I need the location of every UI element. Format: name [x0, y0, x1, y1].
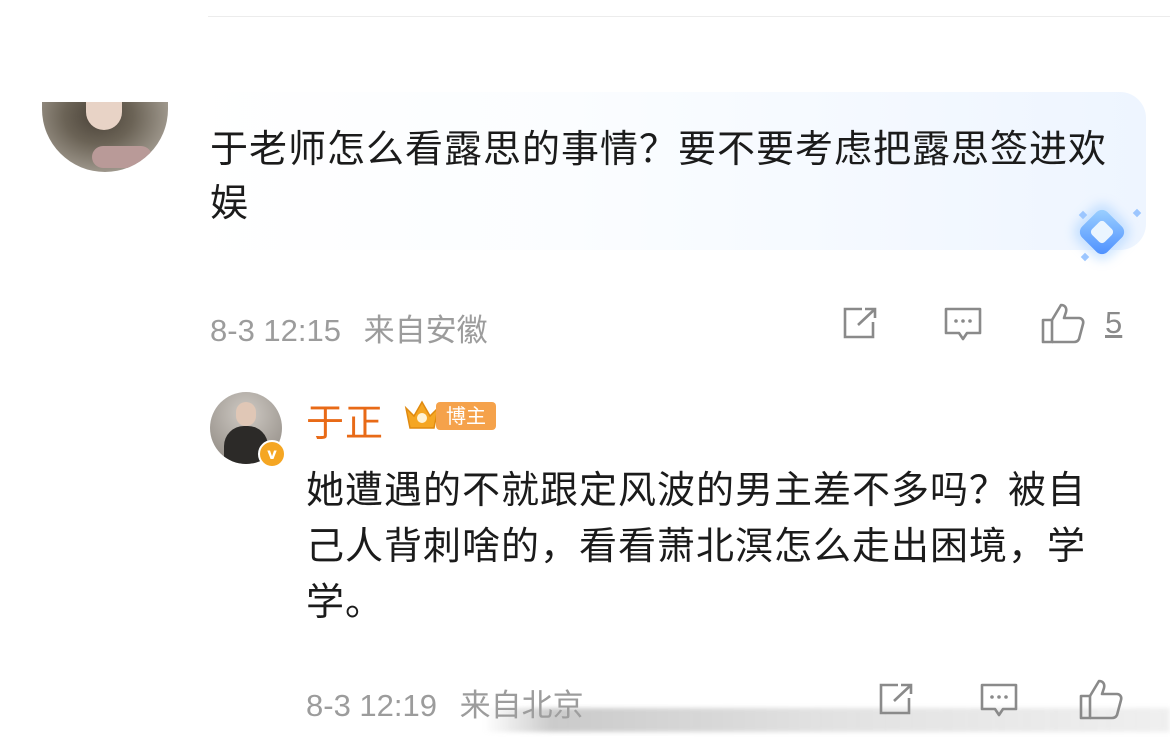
share-icon[interactable]: [842, 306, 878, 340]
sparkle-icon: [1080, 252, 1090, 262]
top-divider: [208, 16, 1170, 17]
avatar-head: [236, 402, 256, 426]
like-icon[interactable]: [1040, 302, 1086, 344]
reply-username[interactable]: 于正: [306, 392, 384, 447]
like-icon[interactable]: [1078, 678, 1124, 720]
commenter-avatar[interactable]: [42, 102, 168, 172]
comment-time: 8-3 12:15: [210, 313, 341, 348]
comment-meta: 8-3 12:15 来自安徽: [210, 305, 488, 350]
comment-icon[interactable]: [979, 682, 1019, 718]
like-count[interactable]: 5: [1105, 305, 1122, 341]
reply-text: 她遭遇的不就跟定风波的男主差不多吗？被自己人背刺啥的，看看萧北溟怎么走出困境，学…: [306, 468, 1087, 624]
verified-icon: v: [258, 440, 286, 468]
blurred-watermark: [484, 708, 1170, 732]
blogger-badge-label: 博主: [436, 402, 496, 430]
comment-location: 来自安徽: [363, 313, 488, 348]
share-icon[interactable]: [878, 682, 914, 716]
avatar-flowers: [92, 146, 152, 168]
comment-icon[interactable]: [943, 306, 983, 342]
comment-text: 于老师怎么看露思的事情？要不要考虑把露思签进欢娱: [210, 127, 1108, 225]
avatar-face: [86, 102, 122, 130]
reply-time: 8-3 12:19: [306, 688, 437, 723]
